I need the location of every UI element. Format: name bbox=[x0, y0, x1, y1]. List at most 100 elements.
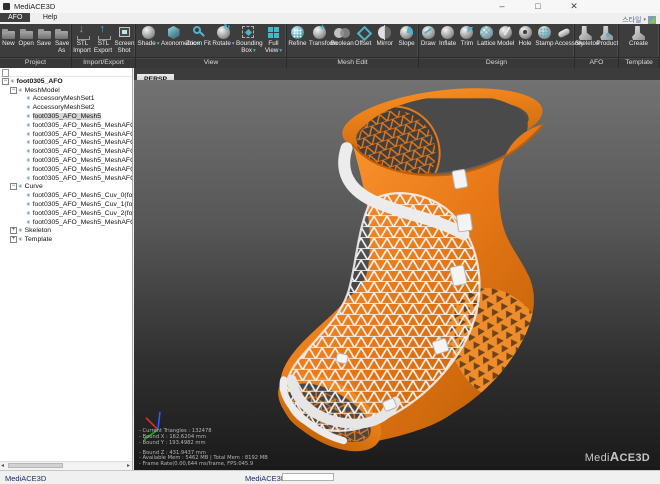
tree-node[interactable]: foot0305_AFO_Mesh5 bbox=[0, 112, 132, 121]
tree-node-label: foot0305_AFO_Mesh5_MeshAFO1_MeshAF bbox=[33, 175, 132, 182]
tree-node[interactable]: foot0305_AFO_Mesh5_Cuv_2(foot0305_AFO bbox=[0, 209, 132, 218]
expander-icon[interactable]: − bbox=[2, 78, 9, 85]
viewport-3d-canvas[interactable]: - Current Triangles : 132478 - Bound X :… bbox=[134, 80, 660, 470]
ribbon-button[interactable]: Draw bbox=[419, 25, 438, 48]
ribbon-button[interactable]: Boolean bbox=[331, 25, 353, 48]
node-icon bbox=[26, 175, 33, 182]
ribbon-button[interactable]: Screen Shot bbox=[114, 25, 135, 55]
app-window: MediACE3D – □ ✕ AFO Help 스타일 ▾ bbox=[0, 0, 660, 484]
tree-node[interactable]: + Template bbox=[0, 235, 132, 244]
ribbon-button[interactable]: STL Import bbox=[72, 25, 93, 55]
ribbon-button-label: STL Import bbox=[72, 41, 93, 55]
tree-node[interactable]: AccessoryMeshSet1 bbox=[0, 95, 132, 104]
ribbon-button-label: Boolean bbox=[331, 41, 353, 48]
ribbon-button-label: Hole bbox=[516, 41, 535, 48]
tree-node[interactable]: + Skeleton bbox=[0, 227, 132, 236]
ribbon-button[interactable]: Refine bbox=[287, 25, 309, 48]
ribbon-button[interactable]: New bbox=[0, 25, 18, 48]
menu-item[interactable]: AFO bbox=[0, 13, 30, 22]
tree-node[interactable]: foot0305_AFO_Mesh5_MeshAFO0Lattice0_ bbox=[0, 139, 132, 148]
ribbon-button[interactable]: Save bbox=[36, 25, 54, 48]
ribbon-button-label: Screen Shot bbox=[114, 41, 135, 55]
tree-node[interactable]: foot0305_AFO_Mesh5_MeshAFO0 bbox=[0, 121, 132, 130]
tree-node[interactable]: − Curve bbox=[0, 183, 132, 192]
scene-tree-panel: − foot0305_AFO − MeshModel AccessoryMesh… bbox=[0, 68, 133, 470]
stat-line: - Bound Y : 193.4982 mm bbox=[139, 441, 268, 447]
expander-icon[interactable]: − bbox=[10, 183, 17, 190]
ribbon-button[interactable]: Save As bbox=[53, 25, 71, 55]
scroll-right-icon[interactable]: ▸ bbox=[127, 462, 130, 469]
ribbon-button-label: Axonometric▾ bbox=[161, 41, 186, 48]
node-icon bbox=[18, 87, 25, 94]
ribbon-button-icon bbox=[311, 25, 329, 41]
ribbon-button[interactable]: Accessory bbox=[555, 25, 574, 48]
ribbon-button[interactable]: Zoom Fit bbox=[186, 25, 211, 48]
ribbon-button[interactable]: Mirror bbox=[374, 25, 396, 48]
ribbon-button-label: Accessory bbox=[555, 41, 574, 48]
ribbon-button-icon bbox=[0, 25, 18, 41]
ribbon-button[interactable]: Slope bbox=[396, 25, 418, 48]
ribbon-group-label: Import/Export bbox=[72, 57, 135, 68]
ribbon-button-label: Slope bbox=[396, 41, 418, 48]
ribbon-button[interactable]: Trim bbox=[458, 25, 477, 48]
ribbon-button[interactable]: Model bbox=[497, 25, 516, 48]
tree-node[interactable]: − foot0305_AFO bbox=[0, 77, 132, 86]
ribbon-button[interactable]: Product bbox=[597, 25, 619, 48]
ribbon-group-label: Mesh Edit bbox=[287, 57, 418, 68]
scene-tree: − foot0305_AFO − MeshModel AccessoryMesh… bbox=[0, 77, 132, 462]
dropdown-arrow-icon: ▾ bbox=[232, 41, 235, 47]
ribbon-button[interactable]: Lattice bbox=[477, 25, 496, 48]
ribbon-button[interactable]: Bounding Box▾ bbox=[236, 25, 261, 55]
ribbon-toolbar: New Open Save Save As bbox=[0, 24, 660, 68]
ribbon-button[interactable]: Offset bbox=[352, 25, 374, 48]
menu-item[interactable]: Help bbox=[35, 13, 65, 22]
ribbon-button[interactable]: Stamp bbox=[535, 25, 554, 48]
minimize-icon[interactable]: – bbox=[496, 1, 508, 12]
expander-icon[interactable]: + bbox=[10, 236, 17, 243]
expander-icon[interactable]: + bbox=[10, 227, 17, 234]
ribbon-button-icon bbox=[555, 25, 573, 41]
ribbon-button-label: Skeleton bbox=[575, 41, 597, 48]
ribbon-button[interactable]: Rotate▾ bbox=[211, 25, 236, 48]
chevron-down-icon: ▾ bbox=[643, 17, 646, 23]
close-icon[interactable]: ✕ bbox=[568, 1, 580, 12]
tree-node[interactable]: foot0305_AFO_Mesh5_MeshAFO0_MeshAF bbox=[0, 147, 132, 156]
ribbon-button[interactable]: Hole bbox=[516, 25, 535, 48]
ribbon-button-label: Save As bbox=[53, 41, 71, 55]
ribbon-button-icon bbox=[36, 25, 54, 41]
tree-node[interactable]: foot0305_AFO_Mesh5_MeshAFO1 bbox=[0, 156, 132, 165]
ribbon-button-icon bbox=[74, 25, 92, 41]
ribbon-button-icon bbox=[458, 25, 476, 41]
ribbon-button[interactable]: Shade▾ bbox=[136, 25, 161, 48]
tree-node[interactable]: foot0305_AFO_Mesh5_Cuv_1(foot0305_AFO bbox=[0, 200, 132, 209]
new-item-icon[interactable] bbox=[2, 69, 9, 77]
ribbon-button[interactable]: Axonometric▾ bbox=[161, 25, 186, 48]
maximize-icon[interactable]: □ bbox=[532, 1, 544, 12]
scrollbar-thumb[interactable] bbox=[8, 463, 63, 468]
ribbon-button[interactable]: Inflate bbox=[438, 25, 457, 48]
tree-node[interactable]: − MeshModel bbox=[0, 86, 132, 95]
tree-node[interactable]: foot0305_AFO_Mesh5_Cuv_0(foot0305_AFO bbox=[0, 191, 132, 200]
stat-line: - Frame Rate(0.00,644 ms/frame, FPS:045.… bbox=[139, 462, 268, 468]
node-icon bbox=[18, 227, 25, 234]
ribbon-button-label: Offset bbox=[352, 41, 374, 48]
expander-icon[interactable]: − bbox=[10, 87, 17, 94]
ribbon-button[interactable]: Open bbox=[18, 25, 36, 48]
tree-node[interactable]: foot0305_AFO_Mesh5_MeshAFO1_MeshAF bbox=[0, 174, 132, 183]
tree-node[interactable]: AccessoryMeshSet2 bbox=[0, 103, 132, 112]
node-icon bbox=[26, 122, 33, 129]
ribbon-button[interactable]: Full View▾ bbox=[261, 25, 286, 55]
tree-node[interactable]: foot0305_AFO_Mesh5_MeshAFO0Lattice0 bbox=[0, 130, 132, 139]
ribbon-button[interactable]: Create bbox=[619, 25, 659, 48]
node-icon bbox=[26, 219, 33, 226]
watermark-post: CE3D bbox=[619, 452, 650, 464]
afo-3d-model bbox=[134, 80, 660, 470]
tree-horizontal-scrollbar[interactable]: ◂ ▸ bbox=[0, 461, 132, 470]
ribbon-button[interactable]: STL Export bbox=[93, 25, 114, 55]
tree-node[interactable]: foot0305_AFO_Mesh5_MeshAFO1Lattice0 bbox=[0, 165, 132, 174]
scroll-left-icon[interactable]: ◂ bbox=[1, 462, 4, 469]
ribbon-button[interactable]: Skeleton bbox=[575, 25, 597, 48]
status-app-name: MediACE3D bbox=[5, 474, 46, 483]
ribbon-button[interactable]: Transform bbox=[309, 25, 331, 48]
tree-node[interactable]: foot0305_AFO_Mesh5_MeshAFO0_Cuv_0(f bbox=[0, 218, 132, 227]
